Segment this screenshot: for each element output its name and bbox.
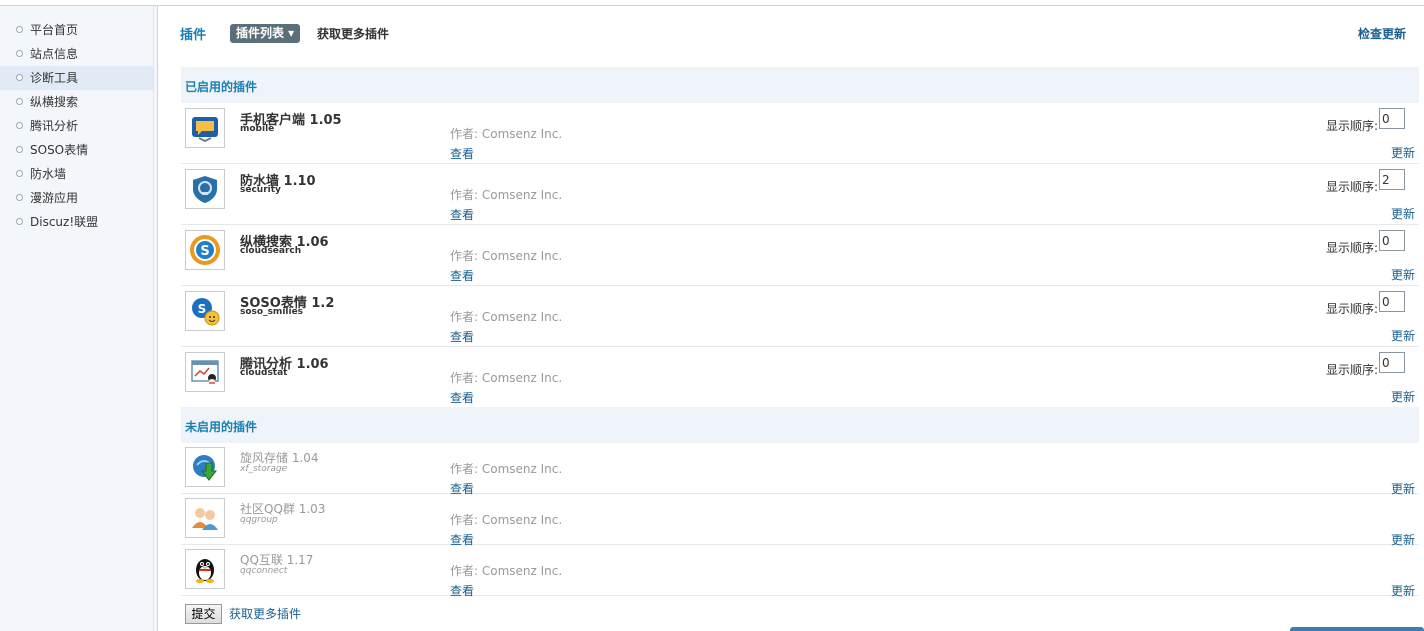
soso-smilies-icon: S — [185, 291, 225, 331]
plugin-author: 作者: Comsenz Inc. — [450, 371, 563, 385]
section-title: 已启用的插件 — [185, 80, 258, 94]
tab-get-more-plugins[interactable]: 获取更多插件 — [317, 25, 389, 42]
plugin-row: S SOSO表情 1.2 soso_smilies 作者: Comsenz In… — [181, 286, 1419, 347]
bullet-icon — [16, 74, 23, 81]
svg-text:S: S — [200, 244, 209, 259]
plugin-row: 防水墙 1.10 security 作者: Comsenz Inc. 查看 显示… — [181, 164, 1419, 225]
check-update-link[interactable]: 检查更新 — [1358, 25, 1406, 42]
update-link[interactable]: 更新 — [1391, 144, 1415, 161]
update-link[interactable]: 更新 — [1391, 388, 1415, 405]
view-link[interactable]: 查看 — [450, 206, 474, 223]
update-link[interactable]: 更新 — [1391, 327, 1415, 344]
qq-penguin-icon — [185, 549, 225, 589]
plugin-author: 作者: Comsenz Inc. — [450, 249, 563, 263]
sidebar-item-cloud-search[interactable]: 纵横搜索 — [0, 90, 153, 114]
sidebar-item-security[interactable]: 防水墙 — [0, 162, 153, 186]
main-content: 插件 插件列表 ▾ 获取更多插件 检查更新 已启用的插件 手机客户端 1.05 … — [160, 6, 1424, 631]
plugin-author: 作者: Comsenz Inc. — [450, 310, 563, 324]
sidebar-item-tencent-analytics[interactable]: 腾讯分析 — [0, 114, 153, 138]
cloudsearch-icon: S — [185, 230, 225, 270]
update-link[interactable]: 更新 — [1391, 582, 1415, 599]
plugin-identifier: qqgroup — [240, 515, 278, 525]
display-order-label: 显示顺序: — [1325, 363, 1378, 377]
sidebar-item-diagnostic-tools[interactable]: 诊断工具 — [0, 66, 153, 90]
display-order-input[interactable] — [1379, 230, 1405, 251]
svg-text:S: S — [198, 302, 207, 316]
display-order-label: 显示顺序: — [1325, 180, 1378, 194]
plugin-author: 作者: Comsenz Inc. — [450, 462, 563, 476]
sidebar-item-label: 漫游应用 — [30, 191, 79, 205]
sidebar-item-label: Discuz!联盟 — [30, 215, 99, 229]
display-order-input[interactable] — [1379, 352, 1405, 373]
view-link[interactable]: 查看 — [450, 582, 474, 599]
plugin-row: 手机客户端 1.05 mobile 作者: Comsenz Inc. 查看 显示… — [181, 103, 1419, 164]
submit-button[interactable]: 提交 — [185, 604, 222, 624]
plugin-identifier: security — [240, 185, 281, 195]
sidebar-item-label: 纵横搜索 — [30, 95, 79, 109]
bullet-icon — [16, 50, 23, 57]
bullet-icon — [16, 218, 23, 225]
update-link[interactable]: 更新 — [1391, 266, 1415, 283]
sidebar-item-discuz-union[interactable]: Discuz!联盟 — [0, 210, 153, 234]
plugin-identifier: cloudstat — [240, 368, 288, 378]
sidebar-item-roaming-apps[interactable]: 漫游应用 — [0, 186, 153, 210]
cloudstat-icon — [185, 352, 225, 392]
plugin-identifier: cloudsearch — [240, 246, 302, 256]
plugin-author: 作者: Comsenz Inc. — [450, 564, 563, 578]
qq-group-icon — [185, 498, 225, 538]
sidebar-item-soso-smilies[interactable]: SOSO表情 — [0, 138, 153, 162]
display-order-input[interactable] — [1379, 108, 1405, 129]
page-title: 插件 — [180, 28, 207, 43]
scroll-indicator — [1290, 627, 1424, 631]
plugin-row: 社区QQ群 1.03 qqgroup 作者: Comsenz Inc. 查看 更… — [181, 494, 1419, 547]
plugin-identifier: qqconnect — [240, 566, 288, 576]
sidebar-item-label: 站点信息 — [30, 47, 79, 61]
plugin-row: 旋风存储 1.04 xf_storage 作者: Comsenz Inc. 查看… — [181, 443, 1419, 496]
page-header: 插件 插件列表 ▾ 获取更多插件 检查更新 — [160, 6, 1424, 60]
bullet-icon — [16, 122, 23, 129]
view-link[interactable]: 查看 — [450, 145, 474, 162]
plugin-identifier: mobile — [240, 124, 275, 134]
bullet-icon — [16, 26, 23, 33]
sidebar-divider — [153, 6, 154, 631]
sidebar-item-platform-home[interactable]: 平台首页 — [0, 18, 153, 42]
plugin-author: 作者: Comsenz Inc. — [450, 188, 563, 202]
plugin-row: QQ互联 1.17 qqconnect 作者: Comsenz Inc. 查看 … — [181, 545, 1419, 599]
sidebar-item-label: 平台首页 — [30, 23, 79, 37]
bullet-icon — [16, 194, 23, 201]
security-shield-icon — [185, 169, 225, 209]
bullet-icon — [16, 146, 23, 153]
update-link[interactable]: 更新 — [1391, 205, 1415, 222]
display-order-input[interactable] — [1379, 169, 1405, 190]
plugin-author: 作者: Comsenz Inc. — [450, 513, 563, 527]
storage-download-icon — [185, 447, 225, 487]
sidebar: 平台首页 站点信息 诊断工具 纵横搜索 腾讯分析 SOSO表情 防水墙 漫游应用… — [0, 6, 158, 631]
plugin-identifier: xf_storage — [240, 464, 288, 474]
plugin-identifier: soso_smilies — [240, 307, 304, 317]
display-order-label: 显示顺序: — [1325, 241, 1378, 255]
view-link[interactable]: 查看 — [450, 328, 474, 345]
sidebar-item-label: 防水墙 — [30, 167, 67, 181]
disabled-section-header: 未启用的插件 — [181, 407, 1419, 443]
sidebar-item-site-info[interactable]: 站点信息 — [0, 42, 153, 66]
mobile-client-icon — [185, 108, 225, 148]
display-order-input[interactable] — [1379, 291, 1405, 312]
sidebar-item-label: 腾讯分析 — [30, 119, 79, 133]
plugin-author: 作者: Comsenz Inc. — [450, 127, 563, 141]
sidebar-menu: 平台首页 站点信息 诊断工具 纵横搜索 腾讯分析 SOSO表情 防水墙 漫游应用… — [0, 18, 153, 234]
sidebar-item-label: 诊断工具 — [30, 71, 79, 85]
bullet-icon — [16, 98, 23, 105]
view-link[interactable]: 查看 — [450, 267, 474, 284]
bullet-icon — [16, 170, 23, 177]
display-order-label: 显示顺序: — [1325, 119, 1378, 133]
get-more-plugins-link[interactable]: 获取更多插件 — [229, 605, 301, 622]
sidebar-item-label: SOSO表情 — [30, 143, 89, 157]
enabled-section-header: 已启用的插件 — [181, 67, 1419, 103]
plugin-row: S 纵横搜索 1.06 cloudsearch 作者: Comsenz Inc.… — [181, 225, 1419, 286]
display-order-label: 显示顺序: — [1325, 302, 1378, 316]
view-link[interactable]: 查看 — [450, 389, 474, 406]
plugin-row: 腾讯分析 1.06 cloudstat 作者: Comsenz Inc. 查看 … — [181, 347, 1419, 408]
section-title: 未启用的插件 — [185, 420, 258, 434]
tab-plugin-list[interactable]: 插件列表 ▾ — [230, 24, 301, 43]
